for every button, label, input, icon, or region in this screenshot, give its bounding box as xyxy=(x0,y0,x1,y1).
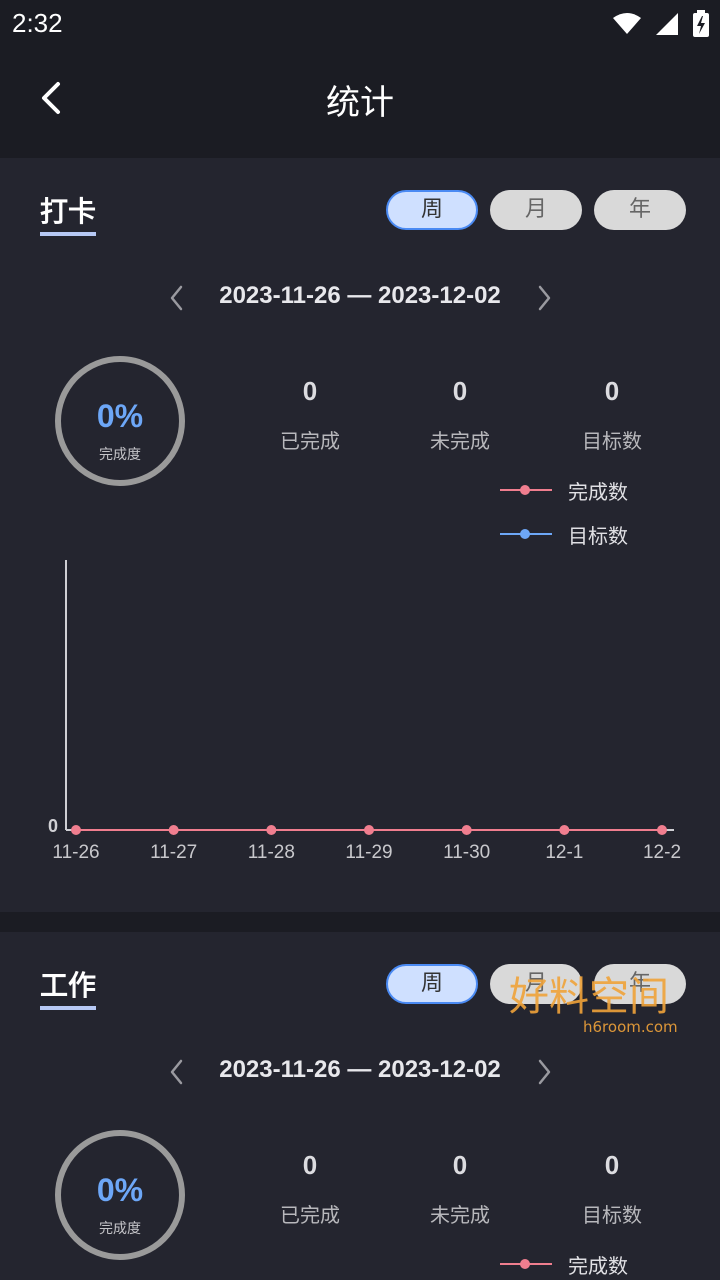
legend-dot xyxy=(520,529,530,539)
status-time: 2:32 xyxy=(12,8,63,38)
cell-signal-icon xyxy=(656,13,678,35)
app-bar: 统计 xyxy=(0,50,720,158)
stat-value: 0 xyxy=(302,1150,318,1180)
data-point xyxy=(168,825,179,835)
data-point xyxy=(559,825,570,835)
stat-uncompleted: 0 未完成 xyxy=(390,1150,530,1228)
y-tick-label: 0 xyxy=(48,816,58,836)
section-title: 打卡 xyxy=(40,195,97,228)
chevron-right-icon xyxy=(538,1059,551,1085)
section-title-underline xyxy=(40,1006,96,1010)
watermark-url: h6room.com xyxy=(583,1018,678,1036)
period-month-button[interactable]: 月 xyxy=(490,190,582,230)
data-point xyxy=(364,825,374,835)
legend-dot xyxy=(520,485,530,495)
stat-value: 0 xyxy=(302,376,318,406)
watermark-text: 好料空间 xyxy=(509,974,669,1020)
completion-label: 完成度 xyxy=(99,1221,141,1237)
x-tick-label: 11-28 xyxy=(248,842,295,863)
x-tick-label: 11-27 xyxy=(150,842,197,863)
x-tick-label: 11-30 xyxy=(443,842,490,863)
section-title-underline xyxy=(40,232,96,236)
period-week-button[interactable]: 周 xyxy=(386,964,478,1004)
legend-item-completed: 完成数 xyxy=(500,1250,700,1278)
completion-percent: 0% xyxy=(96,398,144,434)
stat-uncompleted: 0 未完成 xyxy=(390,376,530,454)
stat-value: 0 xyxy=(604,376,620,406)
stat-value: 0 xyxy=(604,1150,620,1180)
x-tick-label: 11-29 xyxy=(345,842,392,863)
stat-target: 0 目标数 xyxy=(542,376,682,454)
period-year-button[interactable]: 年 xyxy=(594,190,686,230)
watermark-logo: 好料空间 h6room.com xyxy=(509,974,678,1036)
stat-value: 0 xyxy=(452,376,468,406)
checkin-stats-card: 打卡 周 月 年 2023-11-26 — 2023-12-02 0% 完成度 … xyxy=(0,158,720,912)
completion-ring: 0% 完成度 xyxy=(55,356,185,486)
prev-week-button[interactable] xyxy=(165,1057,189,1087)
data-point xyxy=(266,825,277,835)
date-range-nav: 2023-11-26 — 2023-12-02 xyxy=(0,1052,720,1092)
legend-label: 完成数 xyxy=(568,480,628,504)
date-range-nav: 2023-11-26 — 2023-12-02 xyxy=(0,278,720,318)
legend-label: 目标数 xyxy=(568,524,628,548)
completion-ring: 0% 完成度 xyxy=(55,1130,185,1260)
x-tick-label: 12-2 xyxy=(643,842,681,863)
data-point xyxy=(71,825,81,835)
stat-label: 目标数 xyxy=(582,429,642,453)
stat-label: 目标数 xyxy=(582,1203,642,1227)
period-week-button[interactable]: 周 xyxy=(386,190,478,230)
next-week-button[interactable] xyxy=(532,283,556,313)
date-range-label: 2023-11-26 — 2023-12-02 xyxy=(219,1056,501,1083)
next-week-button[interactable] xyxy=(532,1057,556,1087)
section-title: 工作 xyxy=(40,969,97,1002)
chevron-right-icon xyxy=(538,285,551,311)
prev-week-button[interactable] xyxy=(165,283,189,313)
chevron-left-icon xyxy=(170,1059,183,1085)
stat-target: 0 目标数 xyxy=(542,1150,682,1228)
legend-label: 完成数 xyxy=(568,1254,628,1278)
wifi-icon xyxy=(613,13,641,34)
status-bar: 2:32 xyxy=(0,0,720,50)
data-point xyxy=(461,825,472,835)
date-range-label: 2023-11-26 — 2023-12-02 xyxy=(219,282,501,309)
stat-completed: 0 已完成 xyxy=(240,1150,380,1228)
legend-dot xyxy=(520,1259,530,1269)
x-tick-label: 11-26 xyxy=(52,842,99,863)
line-chart: 0 11-26 11-27 11-28 11-29 11-30 12-1 12-2 xyxy=(48,560,681,863)
legend-item-target: 目标数 xyxy=(500,520,700,548)
battery-charging-icon xyxy=(693,10,709,37)
stat-value: 0 xyxy=(452,1150,468,1180)
stat-completed: 0 已完成 xyxy=(240,376,380,454)
page-title: 统计 xyxy=(326,83,394,123)
x-tick-label: 12-1 xyxy=(545,842,583,863)
stat-label: 已完成 xyxy=(280,1203,340,1227)
stat-label: 已完成 xyxy=(280,429,340,453)
stat-label: 未完成 xyxy=(430,1203,490,1227)
chevron-left-icon xyxy=(170,285,183,311)
completion-label: 完成度 xyxy=(99,447,141,463)
status-icons xyxy=(612,10,710,38)
completion-percent: 0% xyxy=(96,1172,144,1208)
data-point xyxy=(657,825,667,835)
stat-label: 未完成 xyxy=(430,429,490,453)
legend-item-completed: 完成数 xyxy=(500,476,700,504)
